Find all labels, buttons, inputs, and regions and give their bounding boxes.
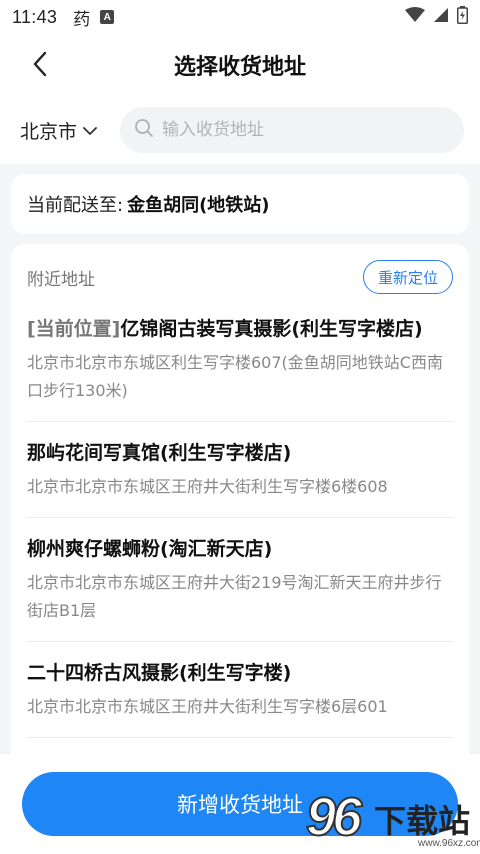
search-icon [134, 118, 154, 142]
status-time: 11:43 [12, 6, 58, 27]
delivery-prefix: 当前配送至: [27, 195, 124, 216]
address-name: 二十四桥古风摄影(利生写字楼) [27, 662, 292, 684]
address-item[interactable]: 柳州爽仔螺蛳粉(淘汇新天店) 北京市北京市东城区王府井大街219号淘汇新天王府井… [27, 518, 453, 642]
back-button[interactable] [20, 46, 60, 86]
city-label: 北京市 [20, 120, 78, 143]
address-item[interactable]: 二十四桥古风摄影(利生写字楼) 北京市北京市东城区王府井大街利生写字楼6层601 [27, 642, 453, 738]
notification-a-icon: A [100, 10, 115, 24]
search-box[interactable] [120, 107, 464, 153]
wifi-icon [405, 6, 425, 28]
relocate-button[interactable]: 重新定位 [362, 260, 453, 294]
watermark-logo: 96 下载站 www.96xz.com [305, 784, 480, 854]
chevron-down-icon [83, 119, 97, 141]
watermark-number: 96 [305, 786, 363, 848]
address-name: 亿锦阁古装写真摄影(利生写字楼店) [120, 318, 423, 340]
city-select[interactable]: 北京市 [20, 117, 97, 144]
watermark-text: 下载站 [374, 802, 471, 840]
chevron-left-icon [32, 51, 48, 81]
watermark-url: www.96xz.com [418, 838, 480, 849]
nearby-title: 附近地址 [27, 269, 95, 290]
nearby-header: 附近地址 重新定位 [11, 244, 469, 310]
address-name: 那屿花间写真馆(利生写字楼店) [27, 442, 292, 464]
page-title: 选择收货地址 [173, 55, 306, 80]
status-app-icon: 药 [73, 9, 91, 30]
current-location-tag: [当前位置] [27, 318, 121, 340]
signal-icon [433, 7, 449, 28]
address-detail: 北京市北京市东城区王府井大街利生写字楼6层601 [27, 697, 388, 716]
nearby-card: 附近地址 重新定位 [当前位置]亿锦阁古装写真摄影(利生写字楼店) 北京市北京市… [11, 244, 469, 804]
search-input[interactable] [162, 120, 442, 140]
status-bar: 11:43 药 A [0, 0, 480, 34]
address-detail: 北京市北京市东城区利生写字楼607(金鱼胡同地铁站C西南口步行130米) [27, 353, 443, 400]
delivery-card: 当前配送至: 金鱼胡同(地铁站) [11, 174, 469, 234]
header: 选择收货地址 [0, 34, 480, 96]
search-row: 北京市 [0, 96, 480, 164]
address-item[interactable]: [当前位置]亿锦阁古装写真摄影(利生写字楼店) 北京市北京市东城区利生写字楼60… [27, 310, 453, 422]
address-detail: 北京市北京市东城区王府井大街利生写字楼6楼608 [27, 477, 388, 496]
delivery-target: 金鱼胡同(地铁站) [127, 195, 270, 216]
address-name: 柳州爽仔螺蛳粉(淘汇新天店) [27, 538, 273, 560]
battery-icon [457, 5, 468, 29]
address-item[interactable]: 那屿花间写真馆(利生写字楼店) 北京市北京市东城区王府井大街利生写字楼6楼608 [27, 422, 453, 518]
address-detail: 北京市北京市东城区王府井大街219号淘汇新天王府井步行街店B1层 [27, 573, 442, 620]
